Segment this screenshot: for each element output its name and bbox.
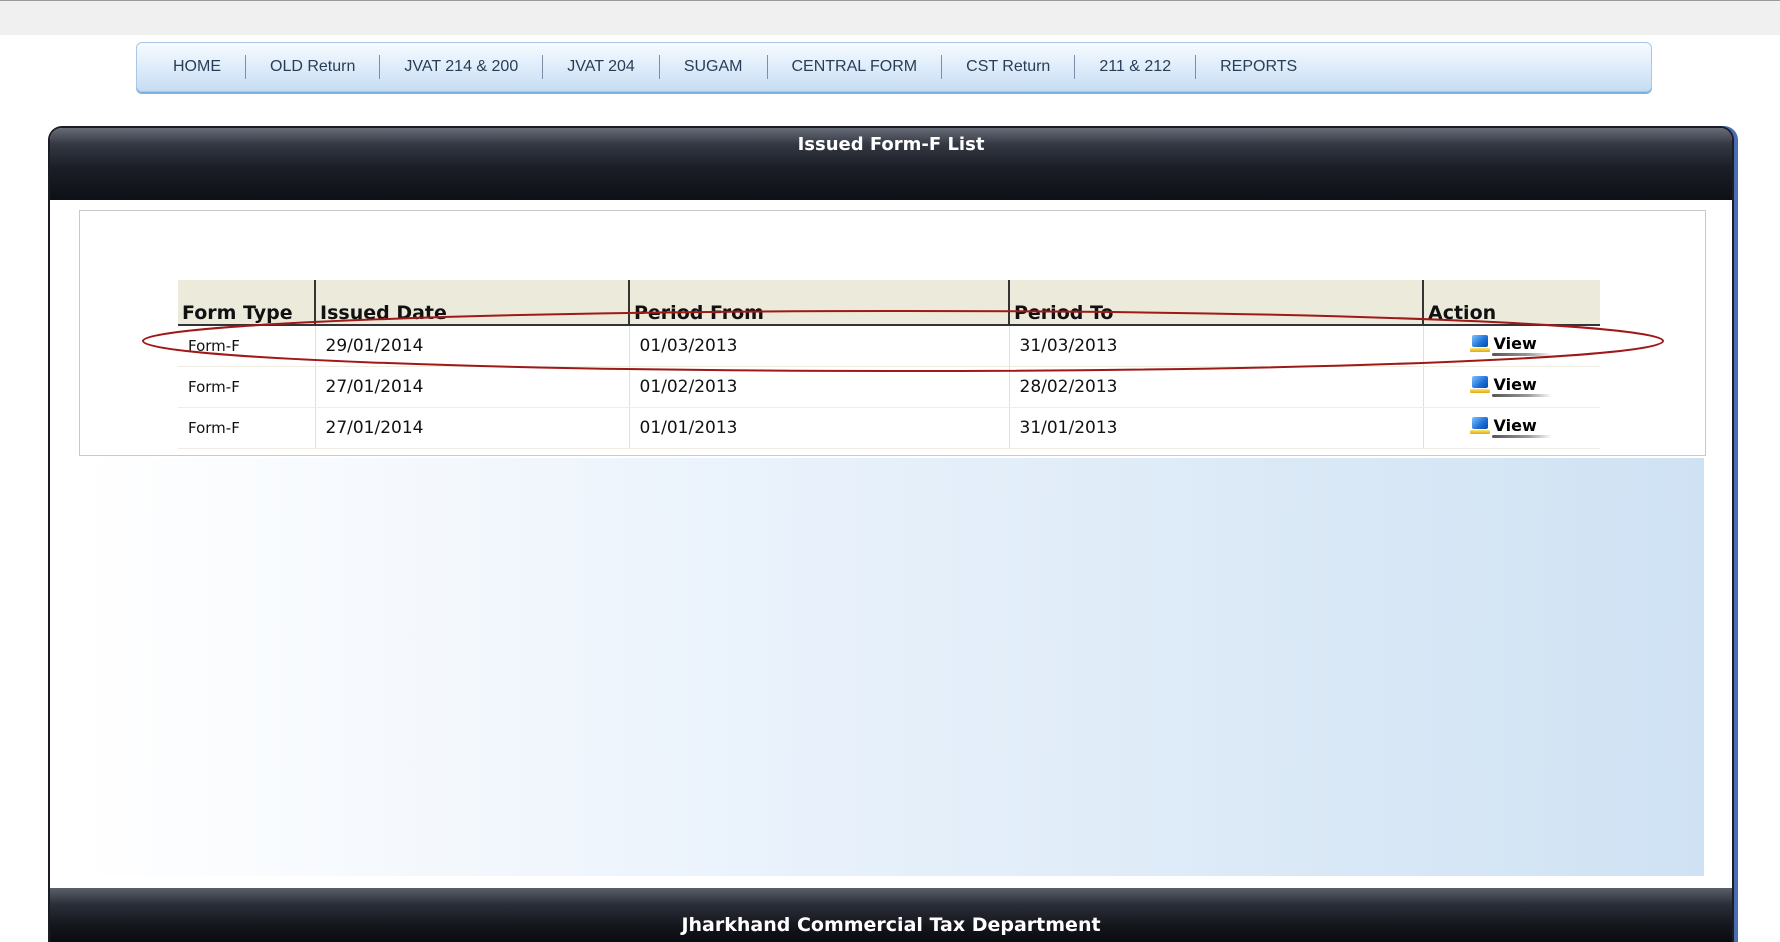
view-button[interactable]: View — [1469, 416, 1552, 439]
cell-period-to: 31/03/2013 — [1008, 325, 1423, 367]
nav-old-return[interactable]: OLD Return — [246, 54, 379, 80]
nav-cst-return[interactable]: CST Return — [942, 54, 1074, 80]
cell-period-from: 01/03/2013 — [628, 325, 1009, 367]
cell-period-to: 31/01/2013 — [1008, 407, 1423, 449]
col-header-issued-date: Issued Date — [314, 280, 629, 326]
browser-top-strip — [0, 0, 1780, 35]
table-header-row: Form Type Issued Date Period From Period… — [178, 280, 1600, 326]
panel-title: Issued Form-F List — [50, 128, 1732, 200]
nav-sugam[interactable]: SUGAM — [660, 54, 767, 80]
cell-issued-date: 27/01/2014 — [314, 366, 629, 408]
cell-period-to: 28/02/2013 — [1008, 366, 1423, 408]
nav-jvat-204[interactable]: JVAT 204 — [543, 54, 659, 80]
nav-reports[interactable]: REPORTS — [1196, 54, 1321, 80]
monitor-icon — [1469, 416, 1490, 435]
nav-home[interactable]: HOME — [149, 54, 245, 80]
view-label: View — [1493, 334, 1537, 354]
col-header-period-to: Period To — [1008, 280, 1423, 326]
view-underline — [1491, 353, 1552, 357]
issued-form-panel: Issued Form-F List Form Type Issued Date… — [48, 126, 1734, 942]
cell-action: View — [1422, 366, 1600, 408]
table-row: Form-F 27/01/2014 01/02/2013 28/02/2013 … — [178, 366, 1600, 408]
cell-form-type: Form-F — [178, 366, 315, 408]
cell-period-from: 01/02/2013 — [628, 366, 1009, 408]
cell-period-from: 01/01/2013 — [628, 407, 1009, 449]
monitor-icon — [1469, 375, 1490, 394]
cell-issued-date: 27/01/2014 — [314, 407, 629, 449]
col-header-period-from: Period From — [628, 280, 1009, 326]
panel-footer: Jharkhand Commercial Tax Department — [50, 888, 1732, 942]
issued-forms-table: Form Type Issued Date Period From Period… — [178, 280, 1600, 449]
view-label: View — [1493, 416, 1537, 436]
cell-action: View — [1422, 325, 1600, 367]
nav-jvat-214-200[interactable]: JVAT 214 & 200 — [380, 54, 542, 80]
col-header-action: Action — [1422, 280, 1600, 326]
table-row: Form-F 29/01/2014 01/03/2013 31/03/2013 … — [178, 325, 1600, 367]
main-nav-bar: HOME OLD Return JVAT 214 & 200 JVAT 204 … — [136, 42, 1652, 92]
view-underline — [1491, 394, 1552, 398]
table-row: Form-F 27/01/2014 01/01/2013 31/01/2013 … — [178, 407, 1600, 449]
view-button[interactable]: View — [1469, 334, 1552, 357]
nav-211-212[interactable]: 211 & 212 — [1075, 54, 1195, 80]
cell-form-type: Form-F — [178, 325, 315, 367]
view-label: View — [1493, 375, 1537, 395]
cell-form-type: Form-F — [178, 407, 315, 449]
content-background — [80, 458, 1704, 876]
col-header-form-type: Form Type — [178, 280, 315, 326]
cell-issued-date: 29/01/2014 — [314, 325, 629, 367]
nav-central-form[interactable]: CENTRAL FORM — [768, 54, 942, 80]
view-underline — [1491, 435, 1552, 439]
cell-action: View — [1422, 407, 1600, 449]
monitor-icon — [1469, 334, 1490, 353]
view-button[interactable]: View — [1469, 375, 1552, 398]
